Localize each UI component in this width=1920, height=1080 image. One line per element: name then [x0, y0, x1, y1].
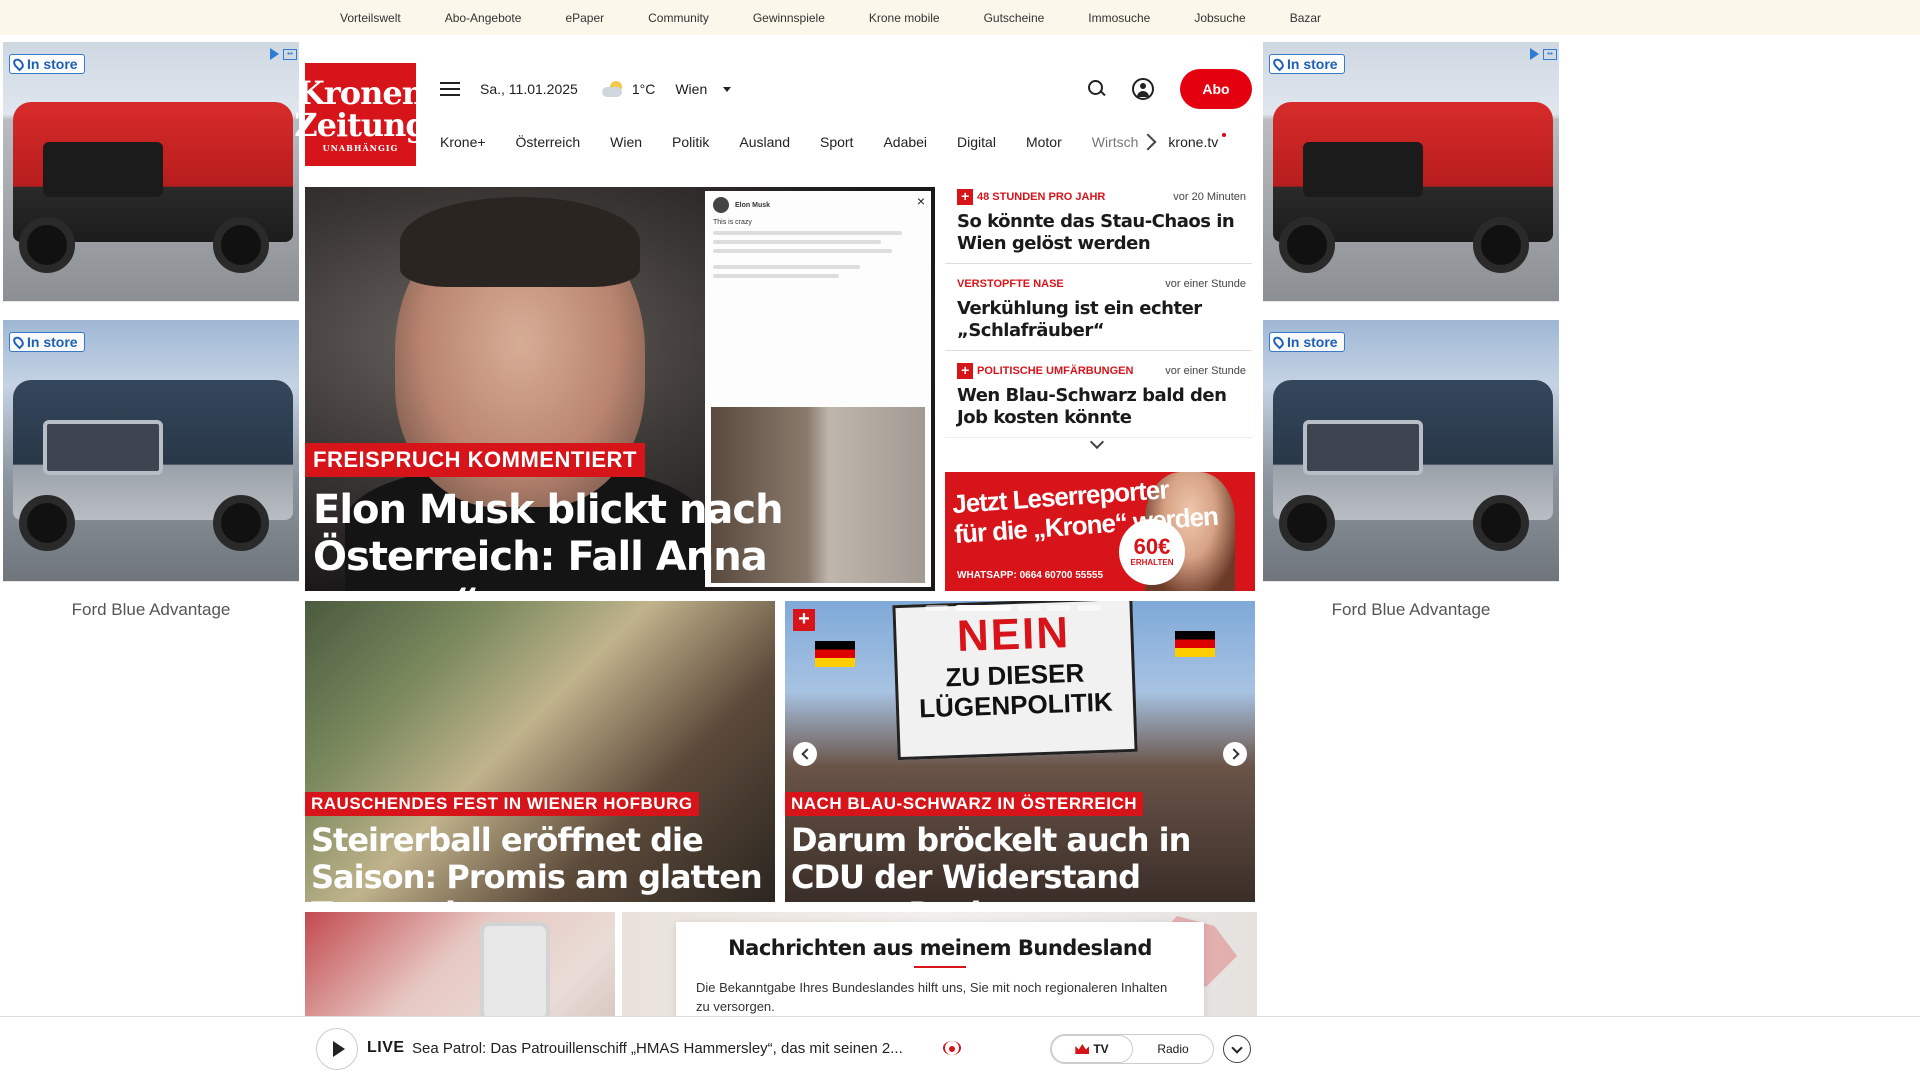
krone-plus-icon: + [957, 189, 973, 205]
live-label: LIVE [367, 1039, 405, 1056]
bundesland-title: Nachrichten aus meinem Bundesland [728, 936, 1152, 960]
nav-item-wirtschaft[interactable]: Wirtsch [1092, 134, 1139, 150]
ad-choices[interactable]: ▪▪ [270, 48, 297, 60]
right-side-ad[interactable]: In store ▪▪ In store Ford Blue Advantage [1263, 42, 1559, 620]
nav-item-ausland[interactable]: Ausland [739, 134, 790, 150]
header-row: Sa., 11.01.2025 1°C Wien Abo [440, 68, 1252, 110]
whatsapp-number: WHATSAPP: 0664 60700 55555 [957, 570, 1104, 581]
live-player-bar: LIVE Sea Patrol: Das Patrouillenschiff „… [0, 1016, 1920, 1080]
tv-radio-toggle: TV Radio [1050, 1034, 1214, 1064]
in-store-badge: In store [1269, 54, 1345, 74]
tv-toggle[interactable]: TV [1051, 1035, 1133, 1063]
topbar-link-abo-angebote[interactable]: Abo-Angebote [445, 11, 522, 25]
topbar-link-jobsuche[interactable]: Jobsuche [1194, 11, 1245, 25]
weather-icon [601, 81, 624, 97]
topbar-link-bazar[interactable]: Bazar [1290, 11, 1321, 25]
adchoices-icon[interactable] [270, 48, 279, 60]
ad-choices[interactable]: ▪▪ [1530, 48, 1557, 60]
play-button[interactable] [316, 1028, 358, 1070]
nav-item-krone-plus[interactable]: Krone+ [440, 134, 486, 150]
main-navigation: Krone+ Österreich Wien Politik Ausland S… [440, 128, 1252, 156]
ticker-item[interactable]: VERSTOPFTE NASE vor einer Stunde Verkühl… [945, 274, 1252, 351]
nav-item-wien[interactable]: Wien [610, 134, 642, 150]
protest-sign: NEIN ZU DIESER LÜGENPOLITIK [892, 601, 1138, 761]
blue-truck-image [1263, 320, 1559, 581]
abo-button[interactable]: Abo [1180, 69, 1252, 109]
topbar-link-gutscheine[interactable]: Gutscheine [984, 11, 1045, 25]
in-store-badge: In store [9, 54, 85, 74]
flag-germany [1175, 631, 1215, 657]
ad-caption[interactable]: Ford Blue Advantage [1263, 600, 1559, 620]
chevron-right-icon[interactable] [1139, 133, 1157, 151]
topbar-link-immosuche[interactable]: Immosuche [1088, 11, 1150, 25]
ticker-item[interactable]: +48 STUNDEN PRO JAHR vor 20 Minuten So k… [945, 187, 1252, 264]
slider-pagination [925, 605, 1101, 611]
nav-item-politik[interactable]: Politik [672, 134, 709, 150]
ad-image-red-truck[interactable]: In store ▪▪ [1263, 42, 1559, 302]
nav-item-krone-tv[interactable]: krone.tv [1168, 134, 1218, 150]
search-icon[interactable] [1088, 80, 1106, 98]
blue-truck-image [3, 320, 299, 581]
adchoices-icon[interactable] [1530, 48, 1539, 60]
broadcast-icon [942, 1041, 962, 1057]
location-pin-icon [1271, 56, 1286, 72]
red-truck-image [1263, 42, 1559, 301]
nav-item-sport[interactable]: Sport [820, 134, 853, 150]
ad-close-icon[interactable]: ▪▪ [283, 48, 297, 60]
nav-item-motor[interactable]: Motor [1026, 134, 1062, 150]
left-side-ad[interactable]: In store ▪▪ In store Ford Blue Advantage [3, 42, 299, 620]
ad-image-red-truck[interactable]: In store ▪▪ [3, 42, 299, 302]
nav-item-adabei[interactable]: Adabei [883, 134, 927, 150]
topbar-link-community[interactable]: Community [648, 11, 709, 25]
location-pin-icon [11, 334, 26, 350]
topbar-link-vorteilswelt[interactable]: Vorteilswelt [340, 11, 401, 25]
topbar-link-krone-mobile[interactable]: Krone mobile [869, 11, 940, 25]
ad-caption[interactable]: Ford Blue Advantage [3, 600, 299, 620]
nav-item-oesterreich[interactable]: Österreich [516, 134, 581, 150]
article-tile-steirerball[interactable]: RAUSCHENDES FEST IN WIENER HOFBURG Steir… [305, 601, 775, 902]
location-pin-icon [1271, 334, 1286, 350]
article-tile-cdu[interactable]: NEIN ZU DIESER LÜGENPOLITIK + NACH BLAU-… [785, 601, 1255, 902]
avatar [713, 197, 729, 213]
chevron-right-icon[interactable] [1223, 742, 1247, 766]
expand-player-button[interactable] [1223, 1035, 1251, 1063]
news-ticker: +48 STUNDEN PRO JAHR vor 20 Minuten So k… [945, 187, 1252, 457]
krone-plus-icon: + [957, 363, 973, 379]
live-program-text[interactable]: Sea Patrol: Das Patrouillenschiff „HMAS … [412, 1040, 903, 1057]
radio-toggle[interactable]: Radio [1133, 1035, 1213, 1063]
hero-title[interactable]: Elon Musk blickt nach Österreich: Fall A… [313, 487, 873, 591]
leserreporter-banner[interactable]: Jetzt Leserreporter für die „Krone“ werd… [945, 472, 1255, 591]
close-icon: × [916, 193, 925, 209]
topbar-link-gewinnspiele[interactable]: Gewinnspiele [753, 11, 825, 25]
bundesland-text: Die Bekanntgabe Ihres Bundeslandes hilft… [696, 980, 1168, 1014]
hero-article[interactable]: × Elon Musk This is crazy FREISPRUCH KOM… [305, 187, 935, 591]
red-truck-image [3, 42, 299, 301]
flag-germany [815, 641, 855, 667]
user-account-icon[interactable] [1132, 78, 1154, 100]
topbar-link-epaper[interactable]: ePaper [565, 11, 604, 25]
current-date: Sa., 11.01.2025 [480, 81, 578, 97]
live-dot-icon [1222, 133, 1227, 137]
nav-item-digital[interactable]: Digital [957, 134, 996, 150]
krone-plus-icon: + [793, 609, 815, 631]
city-select[interactable]: Wien [675, 81, 707, 97]
menu-icon[interactable] [440, 82, 460, 96]
phone-photo [480, 922, 550, 1022]
hero-kicker: FREISPRUCH KOMMENTIERT [305, 443, 645, 477]
chevron-left-icon[interactable] [793, 742, 817, 766]
in-store-badge: In store [9, 332, 85, 352]
location-pin-icon [11, 56, 26, 72]
in-store-badge: In store [1269, 332, 1345, 352]
reward-badge: 60€ ERHALTEN [1119, 519, 1185, 585]
ad-image-blue-truck[interactable]: In store [3, 320, 299, 582]
chevron-down-icon[interactable] [723, 86, 732, 92]
temperature: 1°C [631, 81, 656, 97]
krone-crown-icon [1075, 1044, 1090, 1054]
top-utility-bar: Vorteilswelt Abo-Angebote ePaper Communi… [0, 0, 1920, 35]
ad-close-icon[interactable]: ▪▪ [1543, 48, 1557, 60]
kronen-zeitung-logo[interactable]: Kronen Zeitung UNABHÄNGIG [294, 63, 428, 166]
ad-image-blue-truck[interactable]: In store [1263, 320, 1559, 582]
